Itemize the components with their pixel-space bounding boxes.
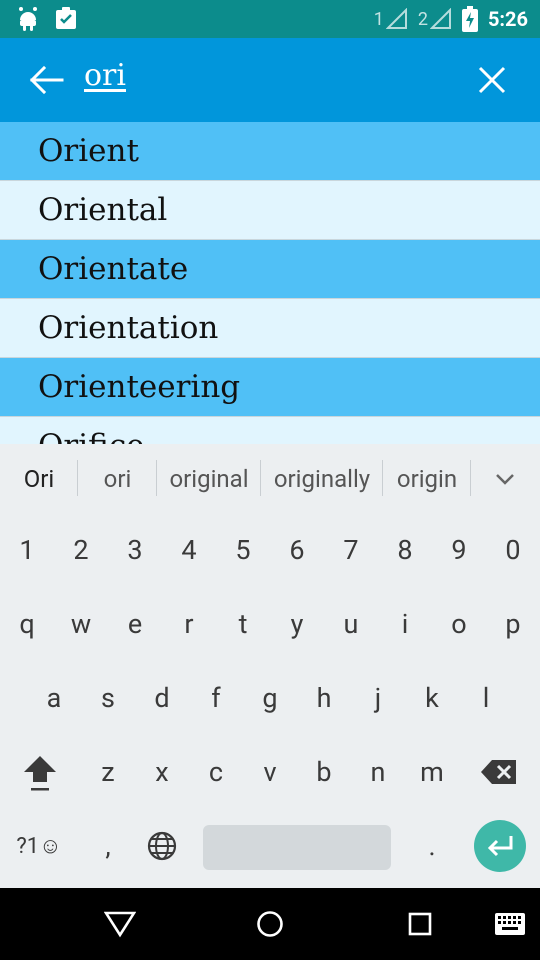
symbols-key[interactable]: ?1☺ xyxy=(12,810,66,882)
key[interactable]: u xyxy=(324,588,378,660)
shift-icon xyxy=(24,756,56,791)
language-key[interactable] xyxy=(135,810,189,882)
period-key[interactable]: . xyxy=(405,810,459,882)
key[interactable]: q xyxy=(0,588,54,660)
suggestion-item[interactable]: Ori xyxy=(0,444,78,514)
key[interactable]: k xyxy=(405,662,459,734)
suggestion-item[interactable]: origin xyxy=(383,444,471,514)
key[interactable]: 1 xyxy=(0,514,54,586)
key[interactable]: x xyxy=(135,736,189,808)
suggestion-label: original xyxy=(169,465,249,493)
key[interactable]: c xyxy=(189,736,243,808)
key[interactable]: 7 xyxy=(324,514,378,586)
sim2-signal: 2 xyxy=(418,8,452,30)
list-item[interactable]: Orienteering xyxy=(0,358,540,417)
suggestion-label: ori xyxy=(103,465,132,493)
chevron-down-icon[interactable] xyxy=(490,459,520,499)
key[interactable]: 0 xyxy=(486,514,540,586)
back-arrow-icon[interactable] xyxy=(26,60,66,100)
list-item[interactable]: Orient xyxy=(0,122,540,181)
search-input[interactable]: ori xyxy=(84,58,126,93)
enter-icon xyxy=(487,836,513,857)
key[interactable]: f xyxy=(189,662,243,734)
key[interactable]: v xyxy=(243,736,297,808)
battery-charging-icon xyxy=(461,6,478,32)
list-item[interactable]: Orientation xyxy=(0,299,540,358)
home-nav-icon[interactable] xyxy=(256,910,284,938)
backspace-icon xyxy=(481,760,516,784)
key[interactable]: r xyxy=(162,588,216,660)
suggestion-strip: Ori ori original originally origin xyxy=(0,444,540,514)
clipboard-check-icon xyxy=(56,7,76,29)
key[interactable]: 3 xyxy=(108,514,162,586)
key[interactable]: d xyxy=(135,662,189,734)
key[interactable]: g xyxy=(243,662,297,734)
key[interactable]: i xyxy=(378,588,432,660)
navigation-bar xyxy=(0,888,540,960)
comma-key[interactable]: , xyxy=(81,810,135,882)
key[interactable]: b xyxy=(297,736,351,808)
key[interactable]: l xyxy=(459,662,513,734)
back-nav-icon[interactable] xyxy=(104,910,136,938)
suggestion-label: originally xyxy=(273,465,371,493)
key[interactable]: 6 xyxy=(270,514,324,586)
suggestion-label: origin xyxy=(396,465,458,493)
suggestion-item[interactable]: ori xyxy=(78,444,157,514)
list-item[interactable]: Orifice xyxy=(0,417,540,444)
list-item[interactable]: Orientate xyxy=(0,240,540,299)
close-icon[interactable] xyxy=(472,60,512,100)
key[interactable]: a xyxy=(27,662,81,734)
list-item[interactable]: Oriental xyxy=(0,181,540,240)
suggestion-item[interactable]: originally xyxy=(261,444,383,514)
keyboard: 1 2 3 4 5 6 7 8 9 0 q w e r t y u i o p … xyxy=(0,514,540,888)
suggestion-item[interactable]: original xyxy=(157,444,261,514)
sim2-label: 2 xyxy=(417,8,428,30)
key[interactable]: m xyxy=(405,736,459,808)
key[interactable]: s xyxy=(81,662,135,734)
key[interactable]: w xyxy=(54,588,108,660)
android-icon xyxy=(19,7,37,31)
letter-row-2: a s d f g h j k l xyxy=(0,662,540,734)
key[interactable]: 8 xyxy=(378,514,432,586)
key[interactable]: e xyxy=(108,588,162,660)
key[interactable]: t xyxy=(216,588,270,660)
key[interactable]: y xyxy=(270,588,324,660)
globe-icon xyxy=(147,831,177,861)
enter-key[interactable] xyxy=(474,820,526,872)
key[interactable]: z xyxy=(81,736,135,808)
key[interactable]: j xyxy=(351,662,405,734)
clock: 5:26 xyxy=(487,7,528,31)
keyboard-switch-icon[interactable] xyxy=(494,912,526,936)
key[interactable]: 5 xyxy=(216,514,270,586)
shift-key[interactable] xyxy=(13,736,67,808)
backspace-key[interactable] xyxy=(472,736,526,808)
number-row: 1 2 3 4 5 6 7 8 9 0 xyxy=(0,514,540,586)
signal-icon xyxy=(385,8,407,29)
key[interactable]: h xyxy=(297,662,351,734)
status-bar: 1 2 5:26 xyxy=(0,0,540,38)
key[interactable]: o xyxy=(432,588,486,660)
key[interactable]: 9 xyxy=(432,514,486,586)
key[interactable]: 4 xyxy=(162,514,216,586)
search-app-bar: ori xyxy=(0,38,540,122)
key[interactable]: 2 xyxy=(54,514,108,586)
key[interactable]: n xyxy=(351,736,405,808)
key[interactable]: p xyxy=(486,588,540,660)
space-bar[interactable] xyxy=(203,825,391,870)
letter-row-3: z x c v b n m xyxy=(0,736,540,808)
recents-nav-icon[interactable] xyxy=(408,912,432,936)
results-list: Orient Oriental Orientate Orientation Or… xyxy=(0,122,540,444)
sim1-label: 1 xyxy=(373,8,384,30)
letter-row-1: q w e r t y u i o p xyxy=(0,588,540,660)
signal-icon xyxy=(429,8,451,29)
suggestion-label: Ori xyxy=(23,465,55,493)
sim1-signal: 1 xyxy=(374,8,408,30)
